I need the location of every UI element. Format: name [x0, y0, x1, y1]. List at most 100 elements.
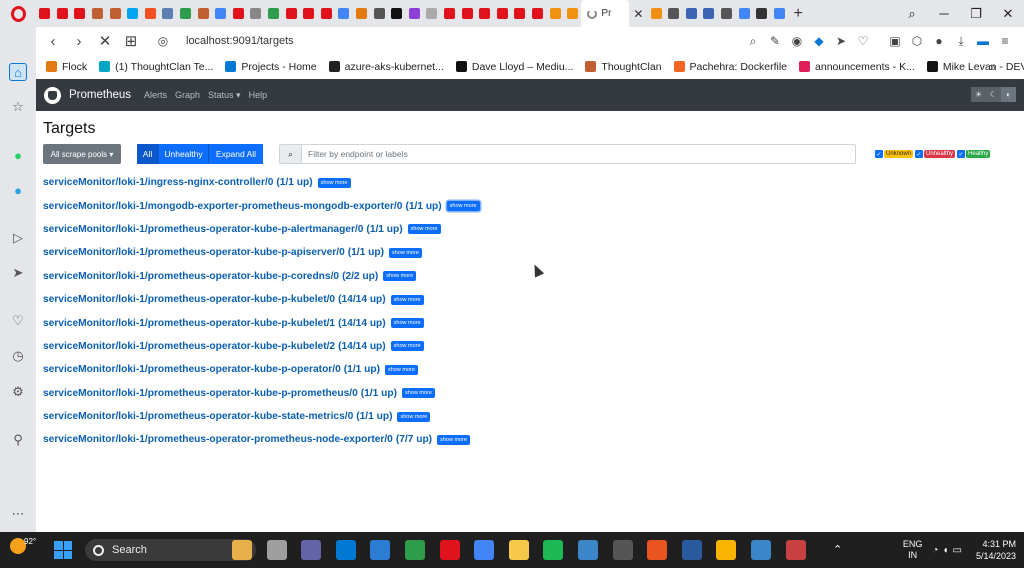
tab-favicon[interactable] [212, 0, 230, 27]
scrape-pool-link[interactable]: serviceMonitor/loki-1/prometheus-operato… [43, 294, 335, 305]
tab-grid-icon[interactable]: ⊞ [118, 32, 144, 50]
opera-menu-icon[interactable] [0, 0, 36, 27]
scrape-pool-link[interactable]: serviceMonitor/loki-1/prometheus-operato… [43, 247, 345, 258]
site-info-icon[interactable]: ◎ [150, 34, 176, 48]
light-theme-icon[interactable]: ☀ [971, 87, 986, 102]
show-more-button[interactable]: show more [383, 271, 417, 282]
stop-loading-button[interactable]: ✕ [92, 32, 118, 50]
taskbar-app-icon[interactable] [751, 540, 771, 560]
unhealthy-button[interactable]: Unhealthy [159, 144, 209, 164]
tab-favicon[interactable] [647, 0, 665, 27]
bookmark-item[interactable]: Pachehra: Dockerfile [673, 61, 787, 73]
tab-favicon[interactable] [441, 0, 459, 27]
whatsapp-icon[interactable]: ● [9, 146, 27, 164]
scrape-pool-link[interactable]: serviceMonitor/loki-1/ingress-nginx-cont… [43, 177, 273, 188]
scrape-pool-link[interactable]: serviceMonitor/loki-1/prometheus-operato… [43, 271, 339, 282]
nav-graph[interactable]: Graph [175, 90, 200, 100]
dark-theme-icon[interactable]: ☾ [986, 87, 1001, 102]
new-tab-button[interactable]: + [788, 5, 808, 23]
tab-favicon[interactable] [36, 0, 54, 27]
tab-favicon[interactable] [177, 0, 195, 27]
taskbar-app-icon[interactable] [647, 540, 668, 560]
avatar[interactable]: ● [932, 34, 946, 48]
player-icon[interactable]: ▷ [9, 229, 27, 247]
show-more-button[interactable]: show more [390, 318, 424, 329]
bookmark-item[interactable]: Projects - Home [225, 61, 317, 73]
taskbar-app-icon[interactable] [785, 540, 806, 560]
show-more-button[interactable]: show more [401, 388, 435, 399]
nav-alerts[interactable]: Alerts [144, 90, 167, 100]
scrape-pool-link[interactable]: serviceMonitor/loki-1/prometheus-operato… [43, 318, 335, 329]
tab-favicon[interactable] [718, 0, 736, 27]
download-icon[interactable]: ⤓ [954, 34, 968, 49]
more-options-icon[interactable]: ⋯ [9, 505, 27, 523]
scrape-pool-link[interactable]: serviceMonitor/loki-1/mongodb-exporter-p… [43, 201, 402, 212]
health-filter-unknown[interactable]: ✓ Unknown [875, 150, 914, 158]
bookmark-item[interactable]: ThoughtClan [585, 61, 662, 73]
tab-search-icon[interactable]: ⌕ [896, 6, 928, 22]
edit-icon[interactable]: ✎ [768, 34, 782, 48]
tab-favicon[interactable] [265, 0, 283, 27]
tab-favicon[interactable] [771, 0, 789, 27]
taskbar-app-icon[interactable] [474, 540, 495, 560]
health-filter-unhealthy[interactable]: ✓ Unhealthy [915, 150, 956, 158]
taskbar-app-icon[interactable] [335, 540, 356, 560]
tab-favicon[interactable] [247, 0, 265, 27]
tab-favicon[interactable] [300, 0, 318, 27]
tab-favicon[interactable] [124, 0, 142, 27]
scrape-pool-link[interactable]: serviceMonitor/loki-1/prometheus-operato… [43, 434, 393, 445]
tab-favicon[interactable] [370, 0, 388, 27]
taskbar-app-icon[interactable] [508, 540, 529, 560]
show-more-button[interactable]: show more [385, 364, 418, 375]
bookmark-heart-icon[interactable]: ♡ [856, 34, 870, 48]
history-icon[interactable]: ◷ [9, 347, 27, 365]
clock[interactable]: 4:31 PM 5/14/2023 [976, 538, 1016, 562]
show-more-button[interactable]: show more [390, 341, 424, 352]
tab-favicon[interactable] [529, 0, 547, 27]
tab-favicon[interactable] [405, 0, 423, 27]
cube-icon[interactable]: ⬡ [910, 34, 924, 48]
show-more-button[interactable]: show more [317, 177, 351, 188]
send-icon[interactable]: ➤ [834, 34, 848, 48]
taskbar-search[interactable]: Search [85, 539, 256, 561]
bookmarks-overflow-button[interactable]: » [989, 60, 996, 74]
scrape-pool-link[interactable]: serviceMonitor/loki-1/prometheus-operato… [43, 364, 341, 375]
telegram-icon[interactable]: ● [9, 181, 27, 199]
tab-favicon[interactable] [511, 0, 529, 27]
show-more-button[interactable]: show more [437, 434, 470, 445]
tab-favicon[interactable] [476, 0, 494, 27]
active-tab[interactable]: Pr [581, 0, 630, 27]
tab-favicon[interactable] [54, 0, 72, 27]
prometheus-logo-icon[interactable] [44, 86, 61, 104]
bookmark-item[interactable]: Flock [46, 61, 87, 73]
zoom-icon[interactable]: ⌕ [746, 34, 760, 49]
tab-favicon[interactable] [388, 0, 406, 27]
battery-saver-icon[interactable]: ▬ [976, 34, 990, 48]
tab-favicon[interactable] [700, 0, 718, 27]
all-button[interactable]: All [137, 144, 159, 164]
weather-widget[interactable]: 92° [10, 537, 36, 554]
taskbar-app-icon[interactable] [716, 540, 737, 560]
bookmark-item[interactable]: Mike Levan - DEV C... [926, 61, 1024, 73]
nav-status[interactable]: Status ▾ [208, 90, 241, 101]
close-window-button[interactable]: ✕ [992, 6, 1024, 22]
tab-favicon[interactable] [142, 0, 160, 27]
settings-gear-icon[interactable]: ⚙ [9, 383, 27, 401]
checkbox-checked-icon[interactable]: ✓ [915, 150, 924, 158]
expand-all-button[interactable]: Expand All [209, 144, 263, 164]
scrape-pool-link[interactable]: serviceMonitor/loki-1/prometheus-operato… [43, 411, 353, 422]
chevron-up-icon[interactable]: ⌃ [833, 543, 842, 556]
search-input[interactable] [308, 149, 848, 159]
checkbox-checked-icon[interactable]: ✓ [875, 150, 883, 158]
health-filter-healthy[interactable]: ✓ Healthy [957, 150, 991, 158]
show-more-button[interactable]: show more [390, 294, 424, 305]
taskbar-app-icon[interactable] [301, 540, 322, 560]
send-icon[interactable]: ➤ [9, 264, 27, 282]
scrape-pool-link[interactable]: serviceMonitor/loki-1/prometheus-operato… [43, 341, 335, 352]
tab-favicon[interactable] [194, 0, 212, 27]
url-text[interactable]: localhost:9091/targets [186, 35, 294, 47]
star-icon[interactable]: ☆ [9, 98, 27, 116]
tab-favicon[interactable] [423, 0, 441, 27]
tab-favicon[interactable] [71, 0, 89, 27]
tab-favicon[interactable] [353, 0, 371, 27]
